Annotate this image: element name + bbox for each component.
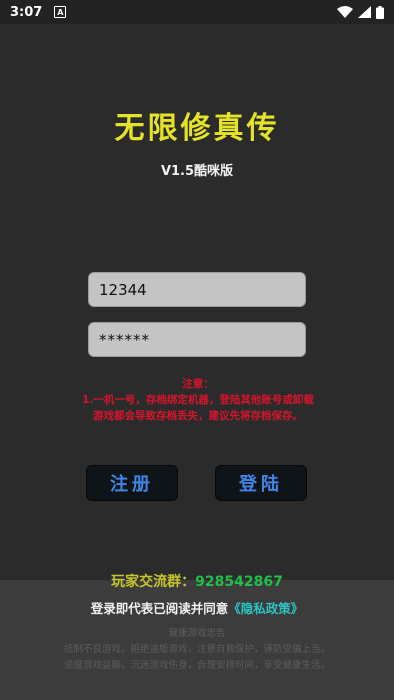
agreement-label: 登录即代表已阅读并同意 [90, 601, 229, 616]
password-input[interactable]: ****** [88, 322, 306, 357]
agreement-text: 登录即代表已阅读并同意《隐私政策》 [0, 598, 394, 617]
notice-body: 1.一机一号，存档绑定机器，登陆其他账号或卸载游戏都会导致存档丢失，建议先将存档… [82, 394, 314, 422]
notification-a-icon: A [54, 6, 67, 18]
app-title: 无限修真传 [114, 111, 280, 146]
signal-icon [358, 6, 371, 18]
community-group: 玩家交流群：928542867 [0, 571, 394, 591]
privacy-policy-link[interactable]: 《隐私政策》 [228, 601, 303, 616]
community-number[interactable]: 928542867 [195, 574, 283, 590]
wifi-icon [337, 6, 353, 18]
notice-heading: 注意： [182, 378, 214, 390]
status-icons [337, 5, 384, 19]
health-notice-line-1: 抵制不良游戏，拒绝盗版游戏，注意自我保护，谨防受骗上当。 [63, 644, 330, 655]
health-notice-line-2: 适度游戏益脑，沉迷游戏伤身，合理安排时间，享受健康生活。 [63, 660, 330, 671]
status-time: 3:07 [10, 4, 43, 20]
status-bar: 3:07 A [0, 0, 394, 24]
login-button[interactable]: 登陆 [215, 465, 307, 501]
battery-icon [376, 5, 384, 19]
app-version: V1.5酷咪版 [160, 164, 234, 179]
health-notice-title: 健康游戏忠告 [168, 628, 226, 639]
register-button[interactable]: 注册 [86, 465, 178, 501]
account-input[interactable]: 12344 [88, 272, 306, 307]
notice-block: 注意： 1.一机一号，存档绑定机器，登陆其他账号或卸载游戏都会导致存档丢失，建议… [78, 376, 318, 424]
community-label: 玩家交流群： [111, 574, 196, 590]
